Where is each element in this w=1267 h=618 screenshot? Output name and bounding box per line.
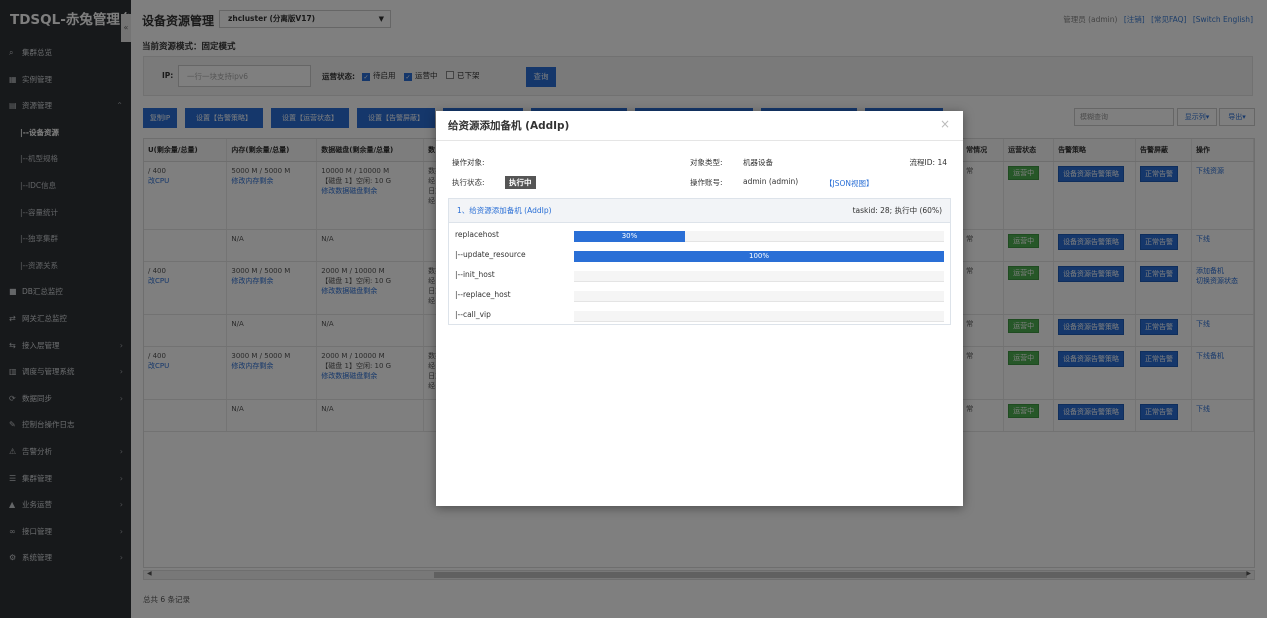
- state-badge-wrap: 执行中: [505, 176, 536, 189]
- target-label: 操作对象:: [452, 158, 485, 167]
- json-view-link[interactable]: 【JSON视图】: [825, 178, 874, 189]
- progress-bar: [574, 311, 944, 322]
- task-status: taskid: 28; 执行中 (60%): [852, 206, 942, 215]
- progress-bar: [574, 271, 944, 282]
- type-value: 机器设备: [743, 158, 773, 167]
- progress-bar: [574, 291, 944, 302]
- close-icon[interactable]: ×: [940, 117, 950, 131]
- task-step-name: replacehost: [455, 230, 499, 239]
- task-step-name: |--init_host: [455, 270, 495, 279]
- account-label: 操作账号:: [690, 178, 723, 187]
- task-step-name: |--update_resource: [455, 250, 526, 259]
- progress-bar: 30%: [574, 231, 944, 242]
- account-value: admin (admin): [743, 177, 799, 186]
- status-badge: 执行中: [505, 176, 536, 189]
- dialog-title: 给资源添加备机 (AddIp): [436, 111, 963, 141]
- task-title[interactable]: 1、给资源添加备机 (AddIp): [457, 206, 552, 215]
- type-label: 对象类型:: [690, 158, 723, 167]
- state-label: 执行状态:: [452, 178, 485, 187]
- progress-bar: 100%: [574, 251, 944, 262]
- task-header: 1、给资源添加备机 (AddIp) taskid: 28; 执行中 (60%): [449, 199, 950, 223]
- flow-id: 流程ID: 14: [909, 158, 947, 167]
- progress-fill: 100%: [574, 251, 944, 262]
- addip-dialog: 给资源添加备机 (AddIp) × 操作对象: 对象类型: 机器设备 流程ID:…: [436, 111, 963, 506]
- task-step-name: |--call_vip: [455, 310, 491, 319]
- task-step-name: |--replace_host: [455, 290, 511, 299]
- task-panel: 1、给资源添加备机 (AddIp) taskid: 28; 执行中 (60%) …: [448, 198, 951, 325]
- progress-fill: 30%: [574, 231, 685, 242]
